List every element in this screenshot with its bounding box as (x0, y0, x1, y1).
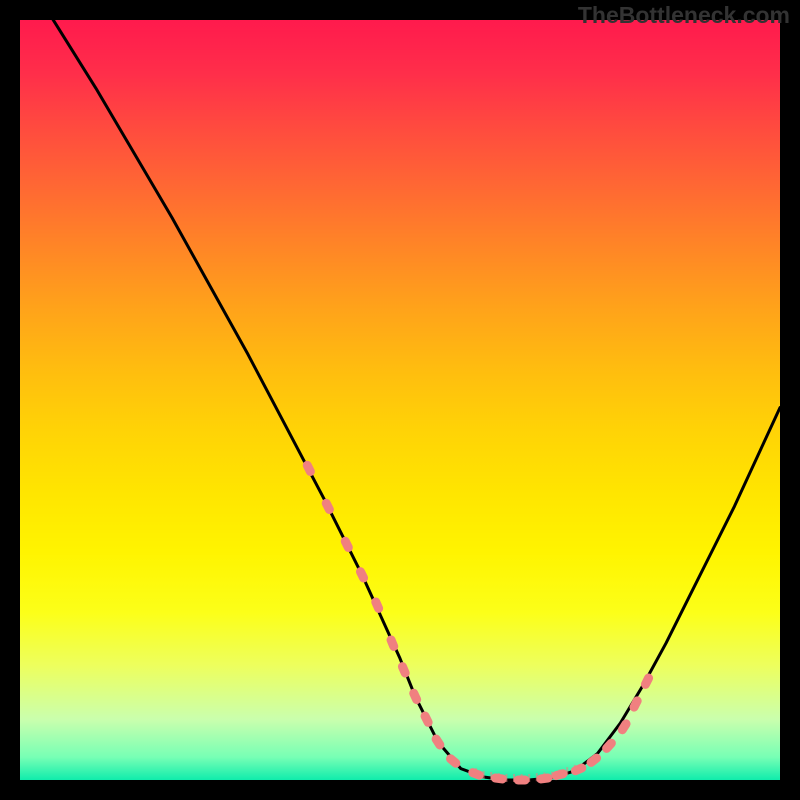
highlight-dot (585, 752, 603, 769)
highlight-dot-series (301, 459, 654, 784)
highlight-dot (354, 566, 369, 584)
chart-plot-area (20, 20, 780, 780)
highlight-dot (551, 768, 569, 781)
highlight-dot (408, 687, 423, 705)
watermark-text: TheBottleneck.com (578, 2, 790, 29)
highlight-dot (536, 773, 553, 784)
highlight-dot (490, 773, 507, 784)
highlight-dot (320, 497, 335, 515)
chart-svg (20, 20, 780, 780)
highlight-dot (419, 710, 434, 728)
highlight-dot (397, 661, 412, 679)
highlight-dot (339, 535, 354, 553)
highlight-dot (514, 776, 530, 785)
